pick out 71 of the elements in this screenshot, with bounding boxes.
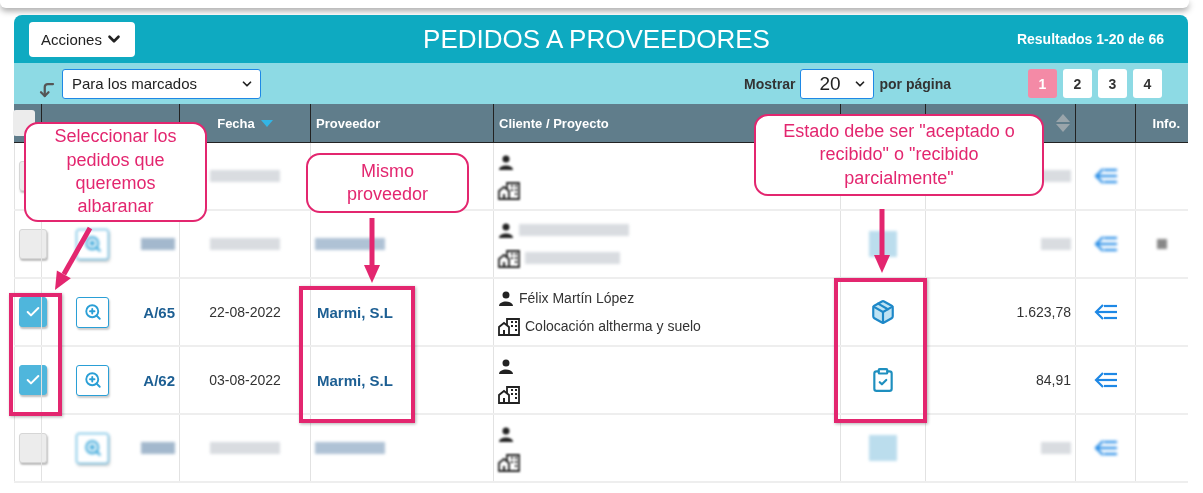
row-checkbox[interactable] (19, 297, 47, 327)
blurred-text (141, 442, 175, 454)
blurred-text (1041, 442, 1071, 454)
column-header[interactable]: Proveedor (316, 115, 381, 131)
zoom-in-icon (83, 303, 102, 321)
column-header[interactable]: Info. (1152, 115, 1180, 131)
blurred-text (141, 238, 175, 250)
sort-down-icon[interactable] (260, 119, 273, 127)
zoom-in-icon (83, 235, 102, 253)
blurred-text (210, 170, 280, 182)
actions-button[interactable]: Acciones (29, 21, 135, 57)
blurred-status-icon (869, 435, 897, 461)
supplier-name[interactable]: Marmi, S.L (317, 371, 393, 389)
person-icon (498, 426, 514, 442)
zoom-in-button[interactable] (76, 364, 109, 396)
pointer-arrow (55, 226, 93, 290)
page-title: PEDIDOS A PROVEEDORES (423, 23, 770, 55)
blurred-text (1041, 238, 1071, 250)
sort-icon[interactable] (1056, 114, 1070, 132)
zoom-in-icon (83, 439, 102, 457)
column-header[interactable]: Fecha (217, 115, 255, 131)
order-date: 22-08-2022 (209, 304, 281, 320)
building-icon (498, 384, 520, 404)
page-button[interactable]: 3 (1098, 69, 1127, 98)
arrow-list-icon[interactable] (1093, 235, 1118, 253)
column-header[interactable]: Cliente / Proyecto (499, 115, 609, 131)
page-button[interactable]: 2 (1063, 69, 1092, 98)
callout-tooltip: Seleccionar los pedidos que queremos albaranar (24, 122, 207, 222)
blurred-text (315, 442, 385, 454)
order-date: 03-08-2022 (209, 372, 281, 388)
order-amount: 84,91 (1035, 372, 1071, 388)
blurred-text (315, 238, 385, 250)
show-label: Mostrar (744, 75, 796, 92)
building-icon (498, 452, 520, 472)
building-icon (498, 248, 520, 268)
clipboard-check-icon (870, 367, 896, 393)
person-icon (498, 154, 514, 170)
arrow-list-icon[interactable] (1093, 439, 1118, 457)
arrow-list-icon[interactable] (1093, 371, 1118, 389)
building-icon (498, 180, 520, 200)
zoom-in-icon (83, 371, 102, 389)
client-name: Félix Martín López (519, 290, 635, 306)
supplier-name[interactable]: Marmi, S.L (317, 303, 393, 321)
order-number[interactable]: A/65 (143, 303, 175, 321)
project-name: Colocación altherma y suelo (525, 318, 701, 334)
pointer-arrow (874, 209, 890, 273)
row-checkbox[interactable] (19, 229, 47, 259)
corner-arrow-icon (38, 80, 56, 99)
order-number[interactable]: A/62 (143, 371, 175, 389)
bulk-action-select[interactable]: Para los marcados (62, 68, 261, 99)
callout-tooltip: Estado debe ser "aceptado o recibido" o "recibido parcialmente" (754, 114, 1044, 196)
per-page-select[interactable]: 20 (800, 68, 875, 99)
zoom-in-button[interactable] (76, 296, 109, 328)
results-count: Resultados 1-20 de 66 (1016, 31, 1164, 47)
package-icon (870, 299, 896, 325)
person-icon (498, 290, 514, 306)
row-checkbox[interactable] (19, 365, 47, 395)
blurred-info-icon (1157, 239, 1167, 249)
person-icon (498, 358, 514, 374)
person-icon (498, 222, 514, 238)
blurred-text (210, 442, 280, 454)
page-button[interactable]: 4 (1133, 69, 1162, 98)
pointer-arrow (364, 218, 380, 283)
arrow-list-icon[interactable] (1093, 303, 1118, 321)
per-page-label: por página (879, 75, 951, 92)
row-checkbox[interactable] (19, 433, 47, 463)
building-icon (498, 316, 520, 336)
order-amount: 1.623,78 (1016, 304, 1071, 320)
callout-tooltip: Mismo proveedor (306, 153, 469, 213)
arrow-list-icon[interactable] (1093, 167, 1118, 185)
blurred-text (210, 238, 280, 250)
